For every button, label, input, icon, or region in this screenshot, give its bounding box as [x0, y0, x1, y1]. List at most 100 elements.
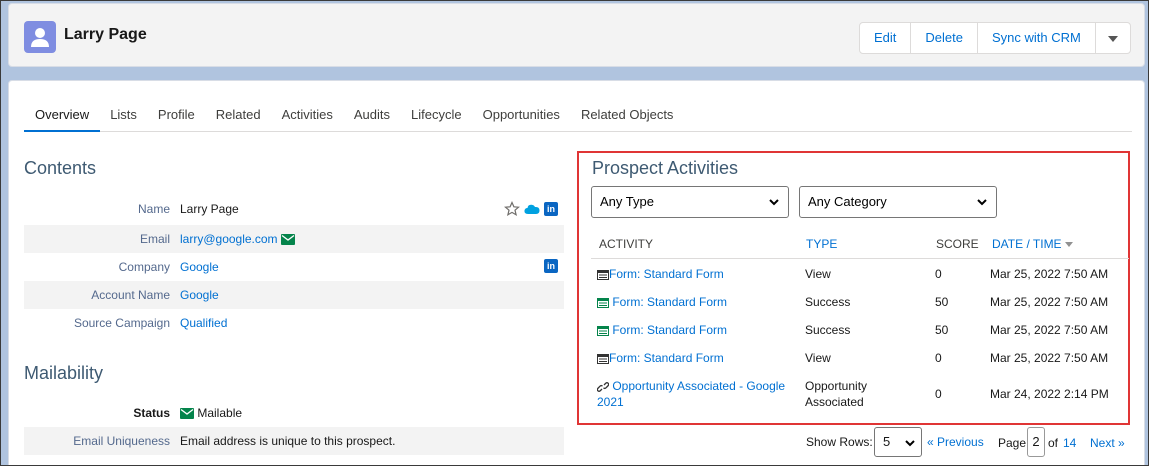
mailability-heading: Mailability [24, 363, 104, 383]
column-header-date-time[interactable]: DATE / TIME [992, 237, 1073, 251]
activity-link[interactable]: Form: Standard Form [609, 267, 724, 281]
header-button-group: Edit Delete Sync with CRM [859, 22, 1131, 54]
mail-icon [180, 408, 194, 420]
table-row: Form: Standard Form View 0 Mar 25, 2022 … [591, 350, 1129, 378]
activity-type-select[interactable]: Any Type [591, 186, 789, 218]
activity-link[interactable]: Form: Standard Form [612, 295, 727, 309]
field-row-email-uniqueness: Email Uniqueness Email address is unique… [24, 427, 564, 455]
form-icon [597, 353, 609, 364]
show-rows-label: Show Rows: [806, 435, 873, 449]
linkedin-icon[interactable]: in [544, 259, 558, 273]
app-window: Larry Page Edit Delete Sync with CRM Ove… [0, 0, 1149, 466]
type-line: Opportunity [805, 379, 868, 393]
email-link[interactable]: larry@google.com [180, 232, 278, 246]
field-label: Email Uniqueness [73, 434, 170, 448]
activities-table-header: ACTIVITY TYPE SCORE DATE / TIME [591, 229, 1129, 259]
page-number-input[interactable]: 2 [1027, 427, 1045, 457]
activity-category-select[interactable]: Any Category [799, 186, 997, 218]
activity-cell[interactable]: Form: Standard Form [597, 350, 724, 366]
type-cell: Success [805, 323, 851, 337]
activity-cell[interactable]: Opportunity Associated - Google 2021 [597, 378, 802, 410]
record-tabs: Overview Lists Profile Related Activitie… [24, 99, 1132, 132]
rows-per-page-value: 5 [883, 434, 891, 449]
source-campaign-link[interactable]: Qualified [180, 309, 227, 337]
tab-lifecycle[interactable]: Lifecycle [401, 99, 473, 132]
column-header-date-time-label: DATE / TIME [992, 237, 1062, 251]
type-cell: Success [805, 295, 851, 309]
activity-cell[interactable]: Form: Standard Form [597, 322, 727, 338]
field-row-source-campaign: Source Campaign Qualified [24, 309, 564, 337]
star-icon[interactable] [504, 201, 520, 217]
tab-lists[interactable]: Lists [100, 99, 148, 132]
field-row-account-name: Account Name Google [24, 281, 564, 309]
table-row: Form: Standard Form Success 50 Mar 25, 2… [591, 322, 1129, 350]
field-value: Larry Page [180, 202, 239, 216]
more-actions-dropdown-button[interactable] [1096, 23, 1130, 53]
of-label: of [1048, 436, 1059, 450]
tab-profile[interactable]: Profile [147, 99, 205, 132]
next-page-link[interactable]: Next » [1090, 436, 1125, 450]
record-detail-card: Overview Lists Profile Related Activitie… [8, 80, 1145, 465]
form-success-icon [597, 297, 609, 308]
tab-activities[interactable]: Activities [271, 99, 343, 132]
tab-overview[interactable]: Overview [24, 99, 100, 132]
field-label: Account Name [91, 288, 170, 302]
type-cell: View [805, 267, 831, 281]
profile-icons: in [504, 201, 558, 217]
record-title: Larry Page [64, 26, 147, 43]
linkedin-icon[interactable]: in [544, 202, 558, 216]
table-row: Form: Standard Form View 0 Mar 25, 2022 … [591, 266, 1129, 294]
rows-per-page-select[interactable]: 5 [874, 427, 922, 457]
date-cell: Mar 25, 2022 7:50 AM [990, 351, 1109, 365]
field-value: Mailable [180, 399, 242, 427]
tab-related-objects[interactable]: Related Objects [570, 99, 684, 132]
activity-link[interactable]: Form: Standard Form [612, 323, 727, 337]
activity-link-continued[interactable]: 2021 [597, 395, 624, 409]
account-name-link[interactable]: Google [180, 281, 219, 309]
date-cell: Mar 25, 2022 7:50 AM [990, 295, 1109, 309]
chevron-down-icon [905, 440, 915, 447]
contents-heading: Contents [24, 158, 97, 178]
table-row: Opportunity Associated - Google 2021 Opp… [591, 378, 1129, 414]
tab-opportunities[interactable]: Opportunities [472, 99, 570, 132]
score-cell: 50 [935, 323, 949, 337]
page-number-value: 2 [1032, 434, 1040, 449]
form-icon [597, 269, 609, 280]
activity-link[interactable]: Opportunity Associated - Google [612, 379, 785, 393]
type-line: Associated [805, 395, 864, 409]
mail-icon [280, 234, 295, 246]
salesforce-cloud-icon[interactable] [524, 203, 540, 215]
date-cell: Mar 25, 2022 7:50 AM [990, 267, 1109, 281]
activity-type-select-value: Any Type [600, 194, 654, 209]
field-label: Source Campaign [73, 316, 170, 330]
delete-button[interactable]: Delete [911, 23, 978, 53]
sort-descending-icon [1064, 241, 1073, 247]
total-pages-link[interactable]: 14 [1063, 436, 1076, 450]
chevron-down-icon [977, 199, 987, 206]
mailable-status-text: Mailable [197, 406, 243, 420]
field-label: Company [118, 260, 170, 274]
score-cell: 0 [935, 267, 942, 281]
activity-cell[interactable]: Form: Standard Form [597, 294, 727, 310]
prospect-activities-heading: Prospect Activities [592, 158, 739, 178]
field-value: larry@google.com [180, 225, 295, 253]
link-icon [597, 381, 609, 392]
activity-cell[interactable]: Form: Standard Form [597, 266, 724, 282]
column-header-type[interactable]: TYPE [806, 237, 837, 251]
field-row-name: Name Larry Page in [24, 195, 564, 223]
date-cell: Mar 25, 2022 7:50 AM [990, 323, 1109, 337]
record-header: Larry Page Edit Delete Sync with CRM [8, 3, 1145, 67]
form-success-icon [597, 325, 609, 336]
edit-button[interactable]: Edit [860, 23, 912, 53]
date-cell: Mar 24, 2022 2:14 PM [990, 387, 1109, 401]
company-icons: in [544, 259, 558, 273]
field-row-company: Company Google in [24, 253, 564, 281]
field-label: Email [139, 232, 170, 246]
tab-audits[interactable]: Audits [343, 99, 400, 132]
sync-with-crm-button[interactable]: Sync with CRM [978, 23, 1096, 53]
company-link[interactable]: Google [180, 253, 219, 281]
field-row-status: Status Mailable [24, 399, 564, 427]
tab-related[interactable]: Related [205, 99, 271, 132]
previous-page-link[interactable]: « Previous [927, 435, 984, 449]
activity-link[interactable]: Form: Standard Form [609, 351, 724, 365]
